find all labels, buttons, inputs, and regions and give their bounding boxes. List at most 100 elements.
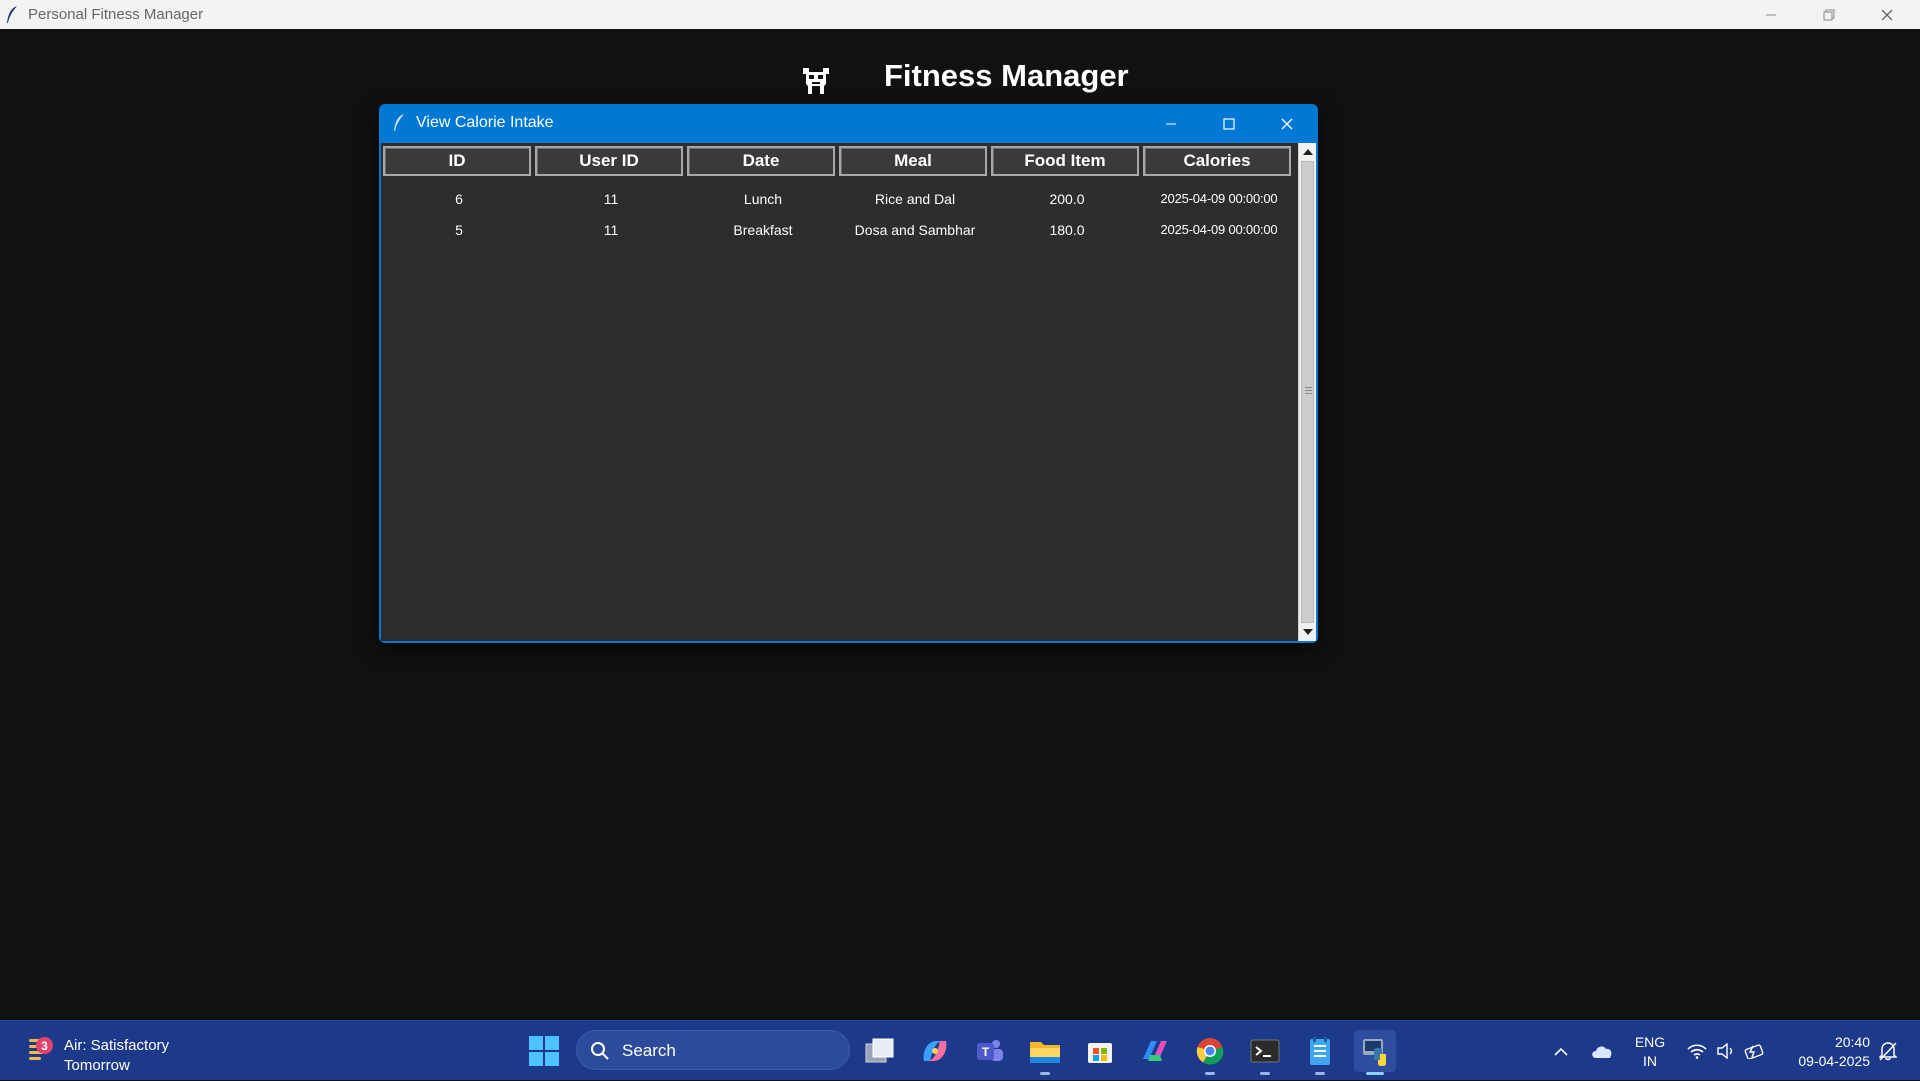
cell-meal: Rice and Dal: [874, 190, 956, 207]
cell-food-item: 200.0: [1049, 190, 1085, 207]
copilot-icon: [923, 1041, 947, 1061]
clock[interactable]: 20:40 09-04-2025: [1780, 1033, 1870, 1071]
scroll-up-button[interactable]: [1299, 143, 1316, 160]
vertical-scrollbar[interactable]: [1298, 143, 1316, 641]
close-icon: [1281, 118, 1293, 129]
svg-text:T: T: [982, 1045, 990, 1059]
running-indicator: [1260, 1072, 1270, 1075]
column-header-food-item[interactable]: Food Item: [991, 146, 1139, 176]
taskbar-python[interactable]: [1354, 1030, 1396, 1075]
clock-date: 09-04-2025: [1798, 1053, 1870, 1069]
dialog-maximize-button[interactable]: [1200, 104, 1258, 143]
weather-subtext: Tomorrow: [64, 1057, 130, 1074]
terminal-icon: [1250, 1039, 1280, 1063]
clock-time: 20:40: [1834, 1034, 1870, 1050]
dialog-titlebar[interactable]: View Calorie Intake: [379, 104, 1318, 143]
app-header: Fitness Manager: [0, 56, 1920, 100]
store-icon: [1088, 1043, 1112, 1063]
taskbar: 3 Air: Satisfactory Tomorrow Search T EN…: [0, 1020, 1920, 1080]
taskbar-search[interactable]: Search: [576, 1030, 850, 1070]
dumbbell-robot-icon: [803, 68, 829, 94]
dialog-minimize-button[interactable]: [1142, 104, 1200, 143]
taskbar-microsoft-365[interactable]: [1134, 1030, 1176, 1072]
running-indicator: [1205, 1072, 1215, 1075]
cloud-icon: [1592, 1046, 1612, 1058]
weather-status: Air: Satisfactory: [64, 1037, 170, 1054]
running-indicator: [1315, 1072, 1325, 1075]
table-row[interactable]: 5 11 Breakfast Dosa and Sambhar 180.0 20…: [383, 214, 1295, 245]
column-header-date[interactable]: Date: [687, 146, 835, 176]
dialog-close-button[interactable]: [1258, 104, 1316, 143]
notification-badge: 3: [36, 1037, 53, 1054]
column-header-id[interactable]: ID: [383, 146, 531, 176]
feather-icon: [7, 6, 17, 23]
show-hidden-icons-button[interactable]: [1546, 1021, 1576, 1081]
cell-id: 5: [455, 221, 463, 238]
speaker-icon: [1717, 1043, 1733, 1059]
restore-button[interactable]: [1800, 0, 1858, 29]
volume-button[interactable]: [1712, 1021, 1740, 1081]
cell-user-id: 11: [603, 190, 619, 207]
language-code: ENG: [1634, 1034, 1666, 1050]
cell-food-item: 180.0: [1049, 221, 1085, 238]
taskbar-notepad[interactable]: [1299, 1030, 1341, 1075]
cell-user-id: 11: [603, 221, 619, 238]
taskbar-copilot[interactable]: [914, 1030, 956, 1072]
notepad-icon: [1310, 1037, 1330, 1065]
cell-id: 6: [455, 190, 463, 207]
battery-charging-icon: [1744, 1044, 1764, 1059]
dialog-title: View Calorie Intake: [416, 114, 554, 131]
taskbar-terminal[interactable]: [1244, 1030, 1286, 1075]
column-header-meal[interactable]: Meal: [839, 146, 987, 176]
scroll-grip: [1305, 387, 1312, 396]
folder-icon: [1030, 1042, 1060, 1063]
calorie-table: ID User ID Date Meal Food Item Calories …: [381, 143, 1316, 641]
cell-date: Breakfast: [733, 221, 793, 238]
main-window-titlebar: Personal Fitness Manager: [0, 0, 1920, 29]
calorie-intake-dialog: View Calorie Intake ID User ID Date Meal…: [379, 104, 1318, 643]
arrow-up-icon: [1302, 149, 1313, 155]
restore-icon: [1823, 9, 1835, 20]
m365-icon: [1143, 1041, 1167, 1061]
notifications-button[interactable]: [1872, 1021, 1904, 1081]
chrome-icon: [1196, 1038, 1224, 1065]
wifi-button[interactable]: [1682, 1021, 1712, 1081]
column-header-user-id[interactable]: User ID: [535, 146, 683, 176]
minimize-icon: [1166, 123, 1176, 124]
table-header: ID User ID Date Meal Food Item Calories: [383, 146, 1291, 178]
minimize-button[interactable]: [1742, 0, 1800, 29]
app-heading: Fitness Manager: [884, 58, 1129, 93]
feather-icon: [394, 114, 404, 131]
wifi-icon: [1687, 1044, 1707, 1059]
taskbar-microsoft-store[interactable]: [1079, 1030, 1121, 1072]
running-indicator: [1040, 1072, 1050, 1075]
battery-button[interactable]: [1740, 1021, 1770, 1081]
start-button[interactable]: [528, 1035, 560, 1067]
column-header-calories[interactable]: Calories: [1143, 146, 1291, 176]
bell-icon: [1879, 1042, 1897, 1061]
onedrive-button[interactable]: [1584, 1021, 1620, 1081]
scroll-thumb[interactable]: [1301, 161, 1314, 623]
arrow-down-icon: [1302, 629, 1313, 635]
language-region: IN: [1643, 1053, 1657, 1069]
language-indicator[interactable]: ENG IN: [1630, 1033, 1670, 1071]
minimize-icon: [1766, 14, 1776, 15]
taskbar-file-explorer[interactable]: [1024, 1030, 1066, 1075]
weather-widget[interactable]: 3 Air: Satisfactory Tomorrow: [22, 1029, 222, 1074]
taskbar-task-view[interactable]: [859, 1030, 901, 1072]
main-window-title: Personal Fitness Manager: [28, 6, 204, 23]
windows-logo-icon: [529, 1036, 559, 1066]
table-rows: 6 11 Lunch Rice and Dal 200.0 2025-04-09…: [383, 183, 1295, 245]
table-row[interactable]: 6 11 Lunch Rice and Dal 200.0 2025-04-09…: [383, 183, 1295, 214]
cell-calories: 2025-04-09 00:00:00: [1160, 222, 1278, 237]
python-icon: [1363, 1039, 1386, 1066]
task-view-icon: [865, 1038, 894, 1063]
cell-date: Lunch: [743, 190, 783, 207]
taskbar-teams[interactable]: T: [969, 1030, 1011, 1072]
scroll-down-button[interactable]: [1299, 624, 1316, 641]
cell-meal: Dosa and Sambhar: [854, 221, 976, 238]
teams-icon: T: [977, 1040, 1003, 1061]
close-button[interactable]: [1858, 0, 1916, 29]
taskbar-chrome[interactable]: [1189, 1030, 1231, 1075]
active-indicator: [1366, 1072, 1384, 1075]
